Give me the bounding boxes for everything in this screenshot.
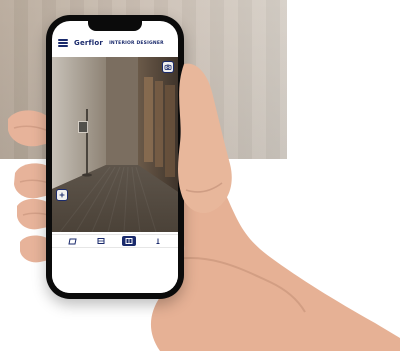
app-title: INTERIOR DESIGNER	[109, 40, 164, 46]
tool-room[interactable]	[122, 236, 137, 246]
tool-floor[interactable]	[65, 236, 79, 246]
add-button[interactable]	[56, 189, 68, 201]
tool-wall[interactable]	[94, 236, 108, 246]
wall-icon	[97, 238, 105, 244]
phone-notch	[88, 21, 142, 31]
plus-icon	[59, 192, 65, 198]
screen-empty-area	[52, 250, 178, 293]
measure-icon	[156, 238, 160, 244]
brand-logo: Gerflor	[74, 39, 104, 47]
smartphone: Gerflor INTERIOR DESIGNER	[46, 15, 184, 299]
room-preview-image	[52, 57, 178, 232]
camera-icon	[164, 64, 172, 70]
room-icon	[125, 238, 133, 244]
room-photo	[52, 57, 178, 232]
app-header: Gerflor INTERIOR DESIGNER	[52, 35, 178, 51]
scene: Gerflor INTERIOR DESIGNER	[0, 0, 400, 351]
bottom-toolbar	[52, 234, 178, 248]
floor-icon	[68, 238, 77, 245]
camera-button[interactable]	[162, 61, 174, 73]
tool-measure[interactable]	[151, 236, 165, 246]
phone-screen: Gerflor INTERIOR DESIGNER	[52, 21, 178, 293]
hamburger-menu-icon[interactable]	[58, 39, 68, 47]
